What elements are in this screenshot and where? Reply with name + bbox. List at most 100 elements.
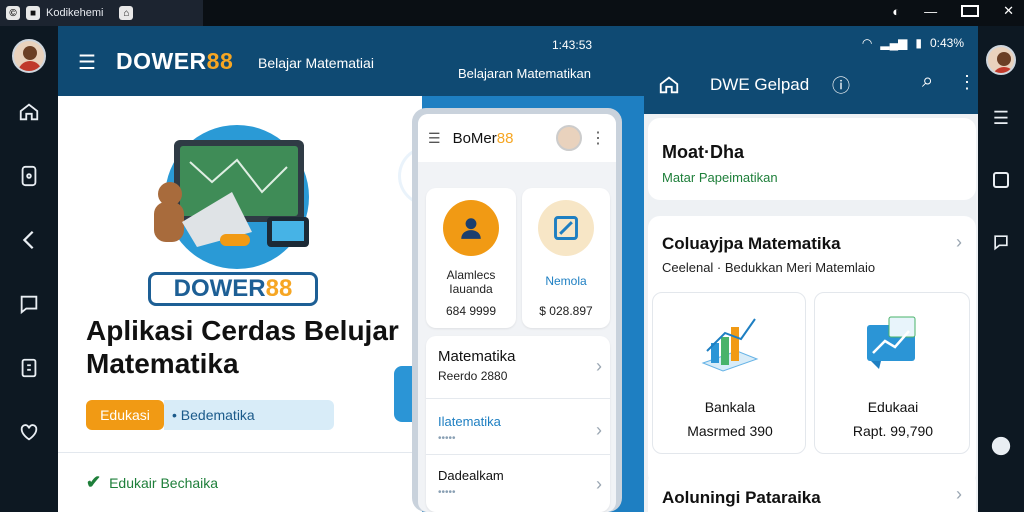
wifi-icon: ◠ bbox=[861, 36, 873, 50]
maximize-icon[interactable] bbox=[961, 5, 980, 17]
phone-menu-icon[interactable]: ☰ bbox=[428, 130, 441, 147]
header-subtitle-secondary: Belajaran Matematikan bbox=[458, 66, 591, 81]
home-icon[interactable] bbox=[0, 90, 58, 134]
left-rail bbox=[0, 26, 58, 512]
chevron-right-icon: › bbox=[596, 420, 602, 440]
learning-illustration bbox=[154, 125, 309, 269]
profile-avatar-button[interactable] bbox=[0, 34, 58, 78]
card2-value: $ 028.897 bbox=[539, 304, 593, 318]
footer-item-label: Edukair Bechaika bbox=[109, 474, 219, 491]
header-subtitle: Belajar Matematiai bbox=[258, 55, 374, 71]
lesson-section: Coluayjpa Matematika › Ceelenal · Bedukk… bbox=[648, 216, 976, 486]
right-rail: ☰ bbox=[978, 26, 1024, 512]
phone-avatar[interactable] bbox=[556, 125, 582, 151]
section-title: Aoluningi Pataraika bbox=[662, 488, 821, 507]
chevron-right-icon: › bbox=[956, 484, 962, 504]
bar-chart-icon bbox=[701, 318, 759, 372]
back-icon[interactable] bbox=[0, 218, 58, 262]
doc-icon[interactable] bbox=[0, 346, 58, 390]
right-app-window: ◠ ▂▄▆ ▮ 0:43% DWE Gelpad ⓘ ⌕ ⋮ Moat·Dha … bbox=[644, 26, 978, 512]
footer-item[interactable]: ✔ Edukair Bechaika bbox=[86, 472, 218, 493]
tablet-icon[interactable] bbox=[0, 154, 58, 198]
card1-label: Alamlecs bbox=[446, 268, 496, 282]
search-icon[interactable]: ⌕ bbox=[922, 70, 933, 93]
phone-brand-primary: BoMer bbox=[452, 129, 497, 147]
chat-bubble-icon[interactable] bbox=[978, 220, 1024, 264]
hero-title-line2: Matematika bbox=[86, 348, 239, 379]
shield-icon[interactable] bbox=[978, 424, 1024, 468]
check-icon: ✔ bbox=[86, 472, 102, 492]
tile-title: Edukaai bbox=[867, 399, 919, 415]
avatar bbox=[986, 45, 1016, 75]
card1-label2: Iauanda bbox=[449, 282, 493, 296]
close-icon[interactable]: ✕ bbox=[1003, 3, 1014, 19]
phone-brand-accent: 88 bbox=[496, 129, 514, 147]
phone-screen: ☰ BoMer88 ⋮ Alamlecs Iauanda 684 9999 Ne… bbox=[418, 114, 616, 512]
card1-value: 684 9999 bbox=[445, 304, 497, 318]
phone-header: ☰ BoMer88 ⋮ bbox=[418, 114, 616, 162]
featured-card[interactable]: Moat·Dha Matar Papeimatikan bbox=[648, 118, 976, 200]
browser-tab[interactable]: © ■ Kodikehemi ⌂ bbox=[0, 0, 203, 26]
divider bbox=[426, 454, 610, 455]
profile-avatar-button[interactable] bbox=[978, 38, 1024, 82]
list-item-sub: ••••• bbox=[438, 433, 456, 444]
list-item-sub: Reerdo 2880 bbox=[438, 369, 508, 383]
tile[interactable]: Bankala Masrmed 390 bbox=[652, 292, 806, 454]
brand-accent: 88 bbox=[206, 48, 234, 74]
status-bar: ◠ ▂▄▆ ▮ 0:43% bbox=[862, 36, 964, 50]
edit-icon bbox=[538, 200, 594, 256]
featured-title: Moat·Dha bbox=[662, 142, 744, 162]
battery-icon: ▮ bbox=[915, 36, 922, 50]
os-title-bar: © ■ Kodikehemi ⌂ ◐ — ✕ bbox=[0, 0, 1024, 26]
chat-icon[interactable] bbox=[0, 282, 58, 326]
category-pill-primary[interactable]: Edukasi bbox=[86, 400, 164, 430]
avatar bbox=[12, 39, 46, 73]
tile-title: Bankala bbox=[704, 399, 756, 415]
chevron-right-icon: › bbox=[596, 474, 602, 494]
brand-primary: DOWER bbox=[116, 48, 207, 74]
summary-card[interactable]: Alamlecs Iauanda 684 9999 bbox=[426, 188, 516, 328]
list-item-sub: ••••• bbox=[438, 487, 456, 498]
list-item-title: Ilatematika bbox=[438, 414, 501, 429]
app-title: DWE Gelpad bbox=[710, 75, 810, 94]
hero-title-line1: Aplikasi Cerdas Belujar bbox=[86, 315, 399, 346]
app-header: ☰ DOWER88 Belajar Matematiai Belajaran M… bbox=[58, 26, 644, 96]
growth-chart-icon bbox=[867, 316, 916, 369]
user-icon bbox=[443, 200, 499, 256]
heart-icon[interactable] bbox=[0, 410, 58, 454]
section-sub: Ceelenal · Bedukkan Meri Matemlaio bbox=[662, 260, 876, 275]
lesson-section[interactable]: Aoluningi Pataraika › bbox=[648, 470, 976, 512]
brand-logo: DOWER88 bbox=[116, 48, 233, 75]
square-icon[interactable] bbox=[978, 158, 1024, 202]
dark-mode-icon[interactable]: ◐ bbox=[892, 4, 900, 19]
phone-brand: BoMer88 bbox=[453, 130, 514, 147]
signal-icon: ▂▄▆ bbox=[880, 36, 908, 50]
home-icon[interactable] bbox=[658, 74, 680, 101]
list-item[interactable]: Matematika Reerdo 2880 bbox=[438, 348, 516, 383]
section-title[interactable]: Coluayjpa Matematika bbox=[662, 234, 841, 254]
list-item[interactable]: Dadealkam ••••• bbox=[438, 468, 504, 498]
more-vertical-icon[interactable]: ⋮ bbox=[958, 72, 976, 93]
lock-icon: ⌂ bbox=[119, 6, 134, 20]
list-item-title: Matematika bbox=[438, 348, 516, 365]
topic-list: Matematika Reerdo 2880 › Ilatematika •••… bbox=[426, 336, 610, 512]
divider bbox=[58, 452, 422, 453]
tile[interactable]: Edukaai Rapt. 99,790 bbox=[814, 292, 970, 454]
right-app-header: ◠ ▂▄▆ ▮ 0:43% DWE Gelpad ⓘ ⌕ ⋮ bbox=[644, 26, 978, 114]
summary-card[interactable]: Nemola $ 028.897 bbox=[522, 188, 610, 328]
hero-logo-accent: 88 bbox=[265, 275, 293, 302]
tile-value: Rapt. 99,790 bbox=[852, 423, 934, 439]
more-vertical-icon[interactable]: ⋮ bbox=[590, 128, 606, 148]
card2-label: Nemola bbox=[545, 274, 587, 288]
info-icon[interactable]: ⓘ bbox=[832, 72, 850, 98]
tab-favicon-icon: ■ bbox=[26, 6, 40, 20]
list-item[interactable]: Ilatematika ••••• bbox=[438, 414, 501, 444]
hero-logo-primary: DOWER bbox=[173, 275, 266, 302]
category-pill-secondary[interactable]: • Bedematika bbox=[164, 400, 334, 430]
menu-lines-icon[interactable]: ☰ bbox=[978, 96, 1024, 140]
battery-level: 0:43% bbox=[929, 36, 964, 50]
hamburger-menu-icon[interactable]: ☰ bbox=[78, 50, 96, 75]
minimize-icon[interactable]: — bbox=[924, 4, 937, 19]
tile-value: Masrmed 390 bbox=[687, 423, 773, 439]
hero-logo: DOWER 88 bbox=[148, 272, 318, 306]
